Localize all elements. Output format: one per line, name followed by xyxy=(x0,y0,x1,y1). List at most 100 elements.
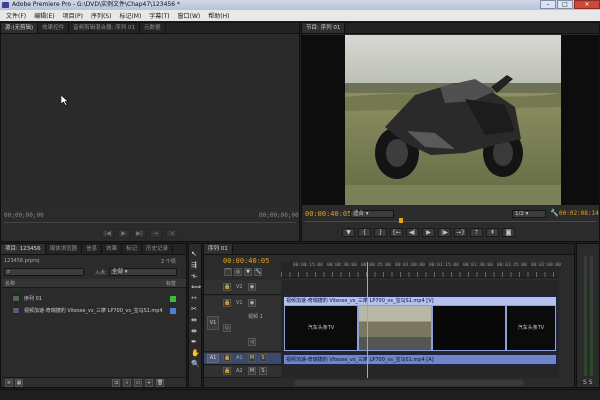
menu-edit[interactable]: 编辑(E) xyxy=(30,11,58,20)
track-content-area[interactable]: 视频加速-奇瑞捷豹 Vitesse_vs_三摩 LP700_vs_宝马S1.mp… xyxy=(281,262,559,378)
source-scrub-bar[interactable] xyxy=(4,222,296,223)
audio-clip[interactable]: 视频加速-奇瑞捷豹 Vitesse_vs_三摩 LP700_vs_宝马S1.mp… xyxy=(283,354,557,365)
export-frame-button[interactable]: ◙ xyxy=(502,228,515,237)
window-title: Adobe Premiere Pro - G:\DVD\实例文件\Chap47\… xyxy=(12,1,180,8)
track-target-a1[interactable]: A1 xyxy=(207,354,219,363)
lock-icon[interactable]: 🔒 xyxy=(223,283,231,291)
eye-icon[interactable]: ◉ xyxy=(248,283,256,291)
keyframe-icon[interactable]: ◇ xyxy=(223,324,231,332)
ripple-edit-tool-icon[interactable]: ⟛ xyxy=(191,272,200,283)
automate-icon[interactable]: ⇉ xyxy=(112,379,120,387)
tab-project[interactable]: 项目: 123456 xyxy=(1,244,46,254)
mark-out-button[interactable]: } xyxy=(374,228,387,237)
tab-audio-clip-mixer[interactable]: 音频剪辑混合器: 序列 01 xyxy=(69,23,141,33)
tab-program[interactable]: 节目: 序列 01 xyxy=(302,23,346,33)
timeline-zoom-scrollbar[interactable] xyxy=(294,380,524,386)
program-viewer[interactable] xyxy=(302,35,599,205)
step-forward-button[interactable]: ▶| xyxy=(133,229,146,238)
new-bin-icon[interactable]: ▭ xyxy=(134,379,142,387)
lock-icon[interactable]: 🔒 xyxy=(223,354,231,362)
menu-sequence[interactable]: 序列(S) xyxy=(87,11,116,20)
add-marker-icon[interactable]: ▼ xyxy=(244,268,252,276)
fit-select[interactable]: 适合 ▾ xyxy=(350,210,394,218)
column-label[interactable]: 标签 xyxy=(166,280,176,287)
tab-effect-controls[interactable]: 效果控件 xyxy=(38,23,70,33)
icon-view-icon[interactable]: ▦ xyxy=(15,379,23,387)
video-clip[interactable]: 视频加速-奇瑞捷豹 Vitesse_vs_三摩 LP700_vs_宝马S1.mp… xyxy=(283,296,557,352)
solo-button[interactable]: S xyxy=(259,367,267,375)
program-scrub-bar[interactable] xyxy=(305,221,597,222)
menu-file[interactable]: 文件(F) xyxy=(2,11,30,20)
mark-in-button[interactable]: { xyxy=(358,228,371,237)
lock-icon[interactable]: 🔒 xyxy=(223,299,231,307)
wrench-icon[interactable]: 🔧 xyxy=(550,209,559,217)
list-view-icon[interactable]: ≡ xyxy=(5,379,13,387)
overwrite-button[interactable]: ⇲ xyxy=(165,229,178,238)
new-item-icon[interactable]: + xyxy=(145,379,153,387)
timeline-settings-icon[interactable]: 🔧 xyxy=(254,268,262,276)
menu-window[interactable]: 窗口(W) xyxy=(174,11,205,20)
find-icon[interactable]: ⌕ xyxy=(123,379,131,387)
resolution-select[interactable]: 1/2 ▾ xyxy=(512,210,546,218)
add-marker-button[interactable]: ▼ xyxy=(342,228,355,237)
step-back-button[interactable]: |◀ xyxy=(101,229,114,238)
track-label-a1: A1 xyxy=(236,355,243,361)
menu-title[interactable]: 字幕(T) xyxy=(145,11,173,20)
time-ruler[interactable]: 00:00:15:00 00:00:30:00 00:00:45:00 00:0… xyxy=(281,262,561,278)
tab-media-browser[interactable]: 媒体浏览器 xyxy=(46,244,83,254)
mute-button[interactable]: M xyxy=(248,354,256,362)
snap-icon[interactable]: ⌒ xyxy=(224,268,232,276)
slide-tool-icon[interactable]: ⇼ xyxy=(191,327,200,338)
extract-button[interactable]: ⇞ xyxy=(486,228,499,237)
lift-button[interactable]: ⇡ xyxy=(470,228,483,237)
timeline-playhead[interactable] xyxy=(367,262,369,378)
slip-tool-icon[interactable]: ⇹ xyxy=(191,316,200,327)
go-to-in-button[interactable]: {← xyxy=(390,228,403,237)
project-item[interactable]: 序列 01 xyxy=(2,294,186,304)
zoom-tool-icon[interactable]: 🔍 xyxy=(191,360,200,371)
keyframe-nav-icon[interactable]: ◁ xyxy=(248,338,256,346)
track-select-tool-icon[interactable]: ⇶ xyxy=(191,261,200,272)
insert-button[interactable]: ⇥ xyxy=(149,229,162,238)
play-button[interactable]: ▶ xyxy=(117,229,130,238)
pen-tool-icon[interactable]: ✒ xyxy=(191,338,200,349)
play-button-2[interactable]: ▶ xyxy=(422,228,435,237)
in-select[interactable]: 全部 ▾ xyxy=(109,268,177,276)
step-back-button-2[interactable]: ◀| xyxy=(406,228,419,237)
maximize-button[interactable]: □ xyxy=(557,0,573,9)
selection-tool-icon[interactable]: ↖ xyxy=(191,250,200,261)
tab-history[interactable]: 历史记录 xyxy=(142,244,174,254)
close-button[interactable]: ✕ xyxy=(574,0,600,9)
step-forward-button-2[interactable]: |▶ xyxy=(438,228,451,237)
rolling-edit-tool-icon[interactable]: ⟺ xyxy=(191,283,201,294)
lock-icon[interactable]: 🔒 xyxy=(223,367,231,375)
tab-source[interactable]: 源:(无剪辑) xyxy=(1,23,39,33)
project-item[interactable]: 视频加速-奇瑞捷豹 Vitesse_vs_三摩 LP700_vs_宝马S1.mp… xyxy=(2,306,186,316)
rate-stretch-tool-icon[interactable]: ⇿ xyxy=(191,294,200,305)
program-timecode-current[interactable]: 00:00:40:05 xyxy=(305,210,351,218)
timeline-timecode[interactable]: 00:00:40:05 xyxy=(223,257,269,265)
solo-button[interactable]: S xyxy=(259,354,267,362)
source-viewer[interactable] xyxy=(1,35,299,205)
clear-icon[interactable]: 🗑 xyxy=(156,379,164,387)
razor-tool-icon[interactable]: ✂ xyxy=(191,305,200,316)
minimize-button[interactable]: – xyxy=(540,0,556,9)
hand-tool-icon[interactable]: ✋ xyxy=(191,349,200,360)
linked-selection-icon[interactable]: ◎ xyxy=(234,268,242,276)
tab-effects[interactable]: 效果 xyxy=(102,244,123,254)
menu-marker[interactable]: 标记(M) xyxy=(115,11,145,20)
menu-project[interactable]: 项目(P) xyxy=(59,11,87,20)
eye-icon[interactable]: ◉ xyxy=(248,299,256,307)
track-target-v1[interactable]: V1 xyxy=(207,316,219,330)
tab-info[interactable]: 信息 xyxy=(82,244,103,254)
tab-sequence[interactable]: 序列 01 xyxy=(204,244,233,254)
program-playhead[interactable] xyxy=(399,218,403,223)
go-to-out-button[interactable]: →} xyxy=(454,228,467,237)
menu-help[interactable]: 帮助(H) xyxy=(204,11,233,20)
tab-markers[interactable]: 标记 xyxy=(122,244,143,254)
tab-metadata[interactable]: 元数据 xyxy=(140,23,166,33)
column-name[interactable]: 名称 xyxy=(5,280,15,287)
solo-indicator-icon[interactable]: S S xyxy=(583,379,593,386)
project-search-input[interactable]: ⌕ xyxy=(4,268,84,276)
mute-button[interactable]: M xyxy=(248,367,256,375)
